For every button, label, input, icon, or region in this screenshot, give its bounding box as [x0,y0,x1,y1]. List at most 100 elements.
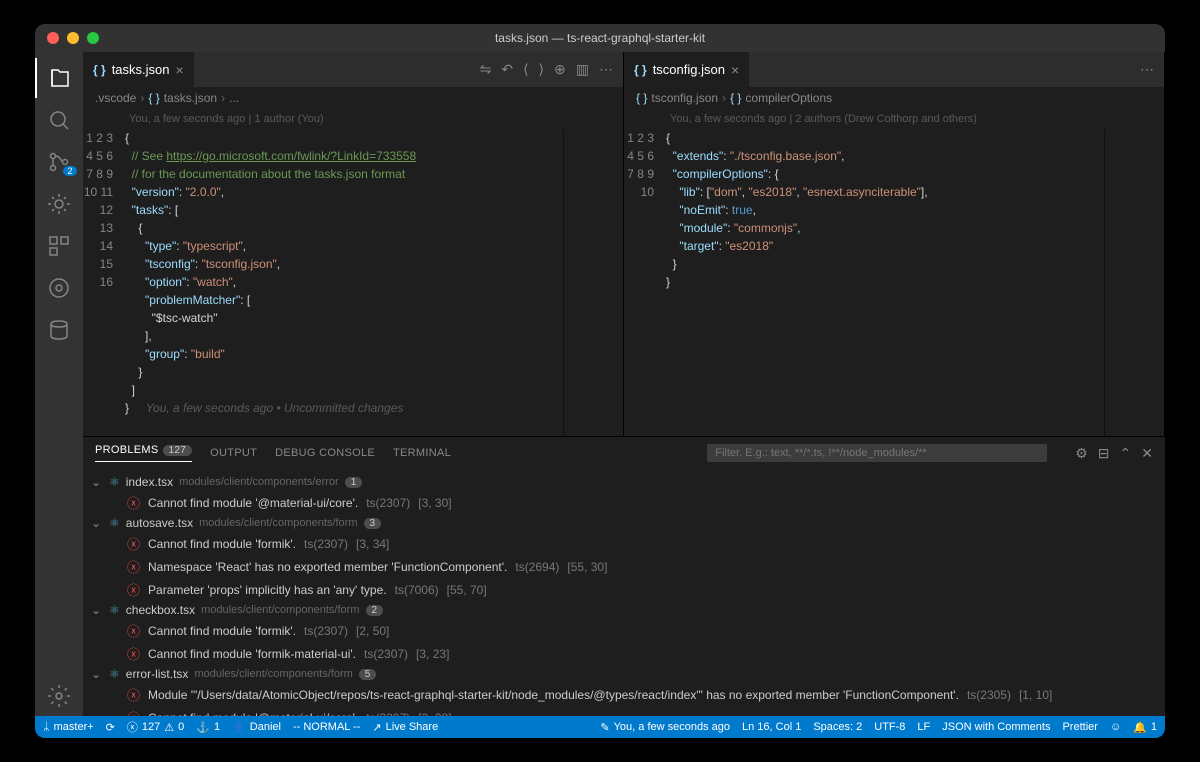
problem-count-badge: 1 [345,477,363,488]
source-control-icon[interactable]: 2 [35,142,83,182]
minimap[interactable] [1104,129,1164,436]
tab-tsconfig-json[interactable]: { } tsconfig.json × [624,52,750,87]
gitlens-annotation: You, a few seconds ago | 2 authors (Drew… [624,109,1164,129]
eol-status[interactable]: LF [917,721,930,734]
panel-tab-terminal[interactable]: TERMINAL [393,447,451,459]
more-icon[interactable]: ⋯ [599,61,613,78]
feedback-icon[interactable]: ☺ [1110,721,1121,734]
problem-item[interactable]: ⓧ Module '"/Users/data/AtomicObject/repo… [91,683,1165,706]
live-share-status[interactable]: ↗ Live Share [372,721,438,734]
problem-file-name[interactable]: index.tsx [126,475,173,489]
chevron-down-icon[interactable]: ⌄ [91,667,103,681]
panel-tab-output[interactable]: OUTPUT [210,447,257,459]
next-icon[interactable]: ⟩ [539,61,544,78]
browser-icon[interactable]: ⊕ [554,61,566,78]
react-file-icon: ⚛ [109,667,120,681]
json-icon: { } [93,63,106,77]
problems-filter-input[interactable] [707,444,1047,462]
panel-maximize-icon[interactable]: ⌃ [1120,445,1132,462]
vscode-window: tasks.json — ts-react-graphql-starter-ki… [35,24,1165,738]
language-status[interactable]: JSON with Comments [942,721,1050,734]
compare-icon[interactable]: ⇋ [480,61,492,78]
extensions-icon[interactable] [35,226,83,266]
more-icon[interactable]: ⋯ [1140,61,1154,78]
breadcrumbs[interactable]: { }tsconfig.json› { }compilerOptions [624,87,1164,109]
prev-icon[interactable]: ⟨ [523,61,528,78]
breadcrumbs[interactable]: .vscode› { }tasks.json› ... [83,87,623,109]
titlebar[interactable]: tasks.json — ts-react-graphql-starter-ki… [35,24,1165,52]
git-graph-icon[interactable] [35,268,83,308]
problem-item[interactable]: ⓧ Namespace 'React' has no exported memb… [91,555,1165,578]
error-icon: ⓧ [127,621,140,640]
error-icon: ⓧ [127,708,140,716]
tab-tasks-json[interactable]: { } tasks.json × [83,52,195,87]
error-icon: ⓧ [127,685,140,704]
ports-status[interactable]: ⚓ 1 [196,721,220,734]
problem-item[interactable]: ⓧ Cannot find module '@material-ui/core'… [91,491,1165,514]
settings-gear-icon[interactable] [35,676,83,716]
cursor-position[interactable]: Ln 16, Col 1 [742,721,801,734]
error-icon: ⓧ [127,644,140,663]
close-window-button[interactable] [47,32,59,44]
formatter-status[interactable]: Prettier [1062,721,1097,734]
problem-file-path: modules/client/components/form [201,604,359,616]
filter-settings-icon[interactable]: ⚙ [1075,445,1088,462]
debug-icon[interactable] [35,184,83,224]
window-title: tasks.json — ts-react-graphql-starter-ki… [495,31,705,45]
db-icon[interactable] [35,310,83,350]
error-icon: ⓧ [127,580,140,599]
problem-item[interactable]: ⓧ Cannot find module 'formik'. ts(2307) … [91,619,1165,642]
problem-file-name[interactable]: checkbox.tsx [126,603,195,617]
problem-file-name[interactable]: error-list.tsx [126,667,189,681]
panel-close-icon[interactable]: ✕ [1141,445,1153,462]
status-bar: ᛦ master+ ⟳ ⓧ 127 ⚠ 0 ⚓ 1 👤 Daniel -- NO… [35,716,1165,738]
problem-item[interactable]: ⓧ Cannot find module 'formik-material-ui… [91,642,1165,665]
problem-file-path: modules/client/components/form [199,517,357,529]
chevron-down-icon[interactable]: ⌄ [91,475,103,489]
problem-item[interactable]: ⓧ Cannot find module '@material-ui/core'… [91,706,1165,716]
problem-count-badge: 5 [359,669,377,680]
git-blame-status[interactable]: ✎ You, a few seconds ago [600,721,730,734]
react-file-icon: ⚛ [109,603,120,617]
problem-count-badge: 3 [364,518,382,529]
close-tab-icon[interactable]: × [176,62,184,78]
branch-status[interactable]: ᛦ master+ [43,721,94,733]
chevron-down-icon[interactable]: ⌄ [91,603,103,617]
bottom-panel: PROBLEMS127 OUTPUT DEBUG CONSOLE TERMINA… [83,436,1165,716]
encoding-status[interactable]: UTF-8 [874,721,905,734]
code-editor[interactable]: 1 2 3 4 5 6 7 8 9 10 11 12 13 14 15 16 {… [83,129,623,436]
problem-file-path: modules/client/components/form [194,668,352,680]
errors-status[interactable]: ⓧ 127 ⚠ 0 [127,719,184,735]
close-tab-icon[interactable]: × [731,62,739,78]
problem-item[interactable]: ⓧ Cannot find module 'formik'. ts(2307) … [91,532,1165,555]
editor-group-left: { } tasks.json × ⇋ ↶ ⟨ ⟩ ⊕ ▥ ⋯ [83,52,624,436]
vim-mode: -- NORMAL -- [293,721,360,733]
error-icon: ⓧ [127,534,140,553]
editor-tabs: { } tasks.json × ⇋ ↶ ⟨ ⟩ ⊕ ▥ ⋯ [83,52,623,87]
sync-status[interactable]: ⟳ [106,721,115,734]
problems-list[interactable]: ⌄ ⚛ index.tsx modules/client/components/… [83,469,1165,716]
explorer-icon[interactable] [35,58,83,98]
panel-tab-debug[interactable]: DEBUG CONSOLE [275,447,375,459]
activity-bar: 2 [35,52,83,716]
json-icon: { } [634,63,647,77]
problem-file-path: modules/client/components/error [179,476,339,488]
search-icon[interactable] [35,100,83,140]
undo-icon[interactable]: ↶ [501,61,513,78]
user-status[interactable]: 👤 Daniel [232,721,281,734]
react-file-icon: ⚛ [109,475,120,489]
problem-count-badge: 2 [366,605,384,616]
minimap[interactable] [563,129,623,436]
notifications-icon[interactable]: 🔔 1 [1133,721,1157,734]
code-editor[interactable]: 1 2 3 4 5 6 7 8 9 10 { "extends": "./tsc… [624,129,1164,436]
split-icon[interactable]: ▥ [576,61,589,78]
indentation-status[interactable]: Spaces: 2 [813,721,862,734]
chevron-down-icon[interactable]: ⌄ [91,516,103,530]
collapse-all-icon[interactable]: ⊟ [1098,445,1110,462]
maximize-window-button[interactable] [87,32,99,44]
problem-file-name[interactable]: autosave.tsx [126,516,193,530]
gitlens-annotation: You, a few seconds ago | 1 author (You) [83,109,623,129]
minimize-window-button[interactable] [67,32,79,44]
panel-tab-problems[interactable]: PROBLEMS127 [95,444,192,462]
problem-item[interactable]: ⓧ Parameter 'props' implicitly has an 'a… [91,578,1165,601]
